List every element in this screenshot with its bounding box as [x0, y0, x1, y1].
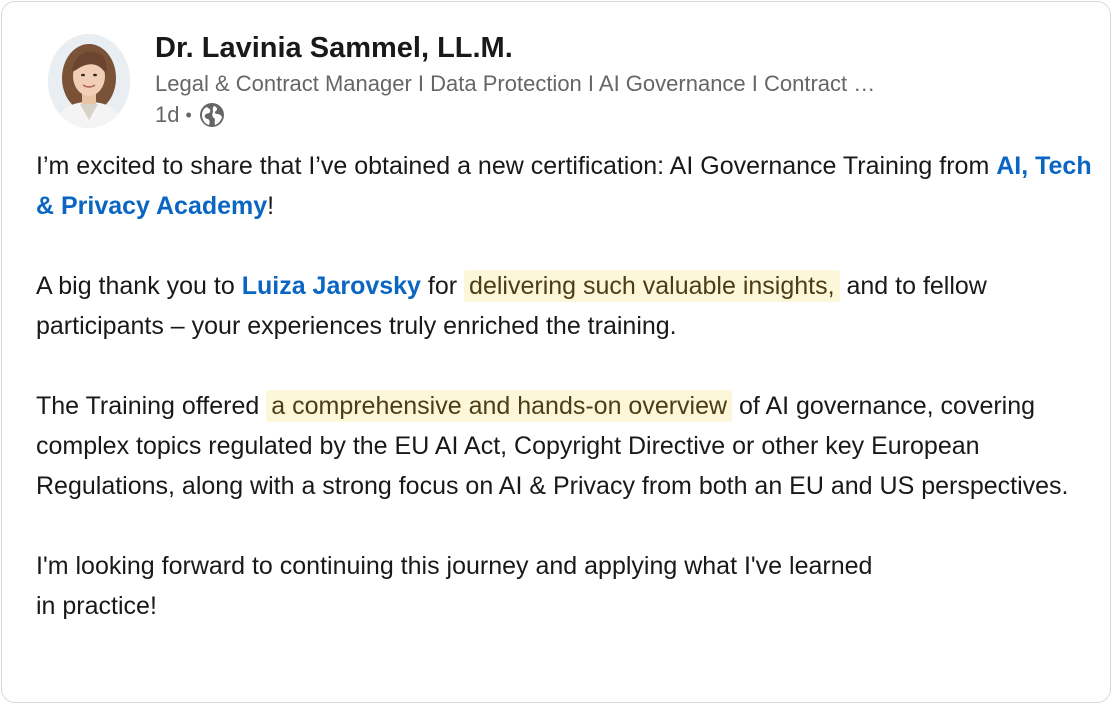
meta-separator: •: [185, 105, 192, 125]
avatar-photo: [48, 34, 130, 128]
author-headline: Legal & Contract Manager I Data Protecti…: [155, 71, 876, 96]
highlighted-phrase: a comprehensive and hands-on overview: [266, 390, 733, 422]
post-paragraph: The Training offered a comprehensive and…: [36, 390, 1069, 500]
post-timestamp: 1d: [155, 102, 180, 127]
post-meta: 1d •: [155, 100, 226, 130]
globe-icon: [198, 101, 226, 129]
avatar[interactable]: [48, 34, 130, 128]
post-paragraph: A big thank you to Luiza Jarovsky for de…: [36, 270, 987, 340]
post-paragraph: I’m excited to share that I’ve obtained …: [36, 152, 1092, 220]
post-paragraph: I'm looking forward to continuing this j…: [36, 552, 873, 620]
author-name[interactable]: Dr. Lavinia Sammel, LL.M.: [155, 30, 513, 66]
highlighted-phrase: delivering such valuable insights,: [464, 270, 840, 302]
post-body: I’m excited to share that I’ve obtained …: [36, 146, 1096, 626]
post-card: Dr. Lavinia Sammel, LL.M. Legal & Contra…: [1, 1, 1111, 703]
mention-person-link[interactable]: Luiza Jarovsky: [242, 272, 421, 300]
